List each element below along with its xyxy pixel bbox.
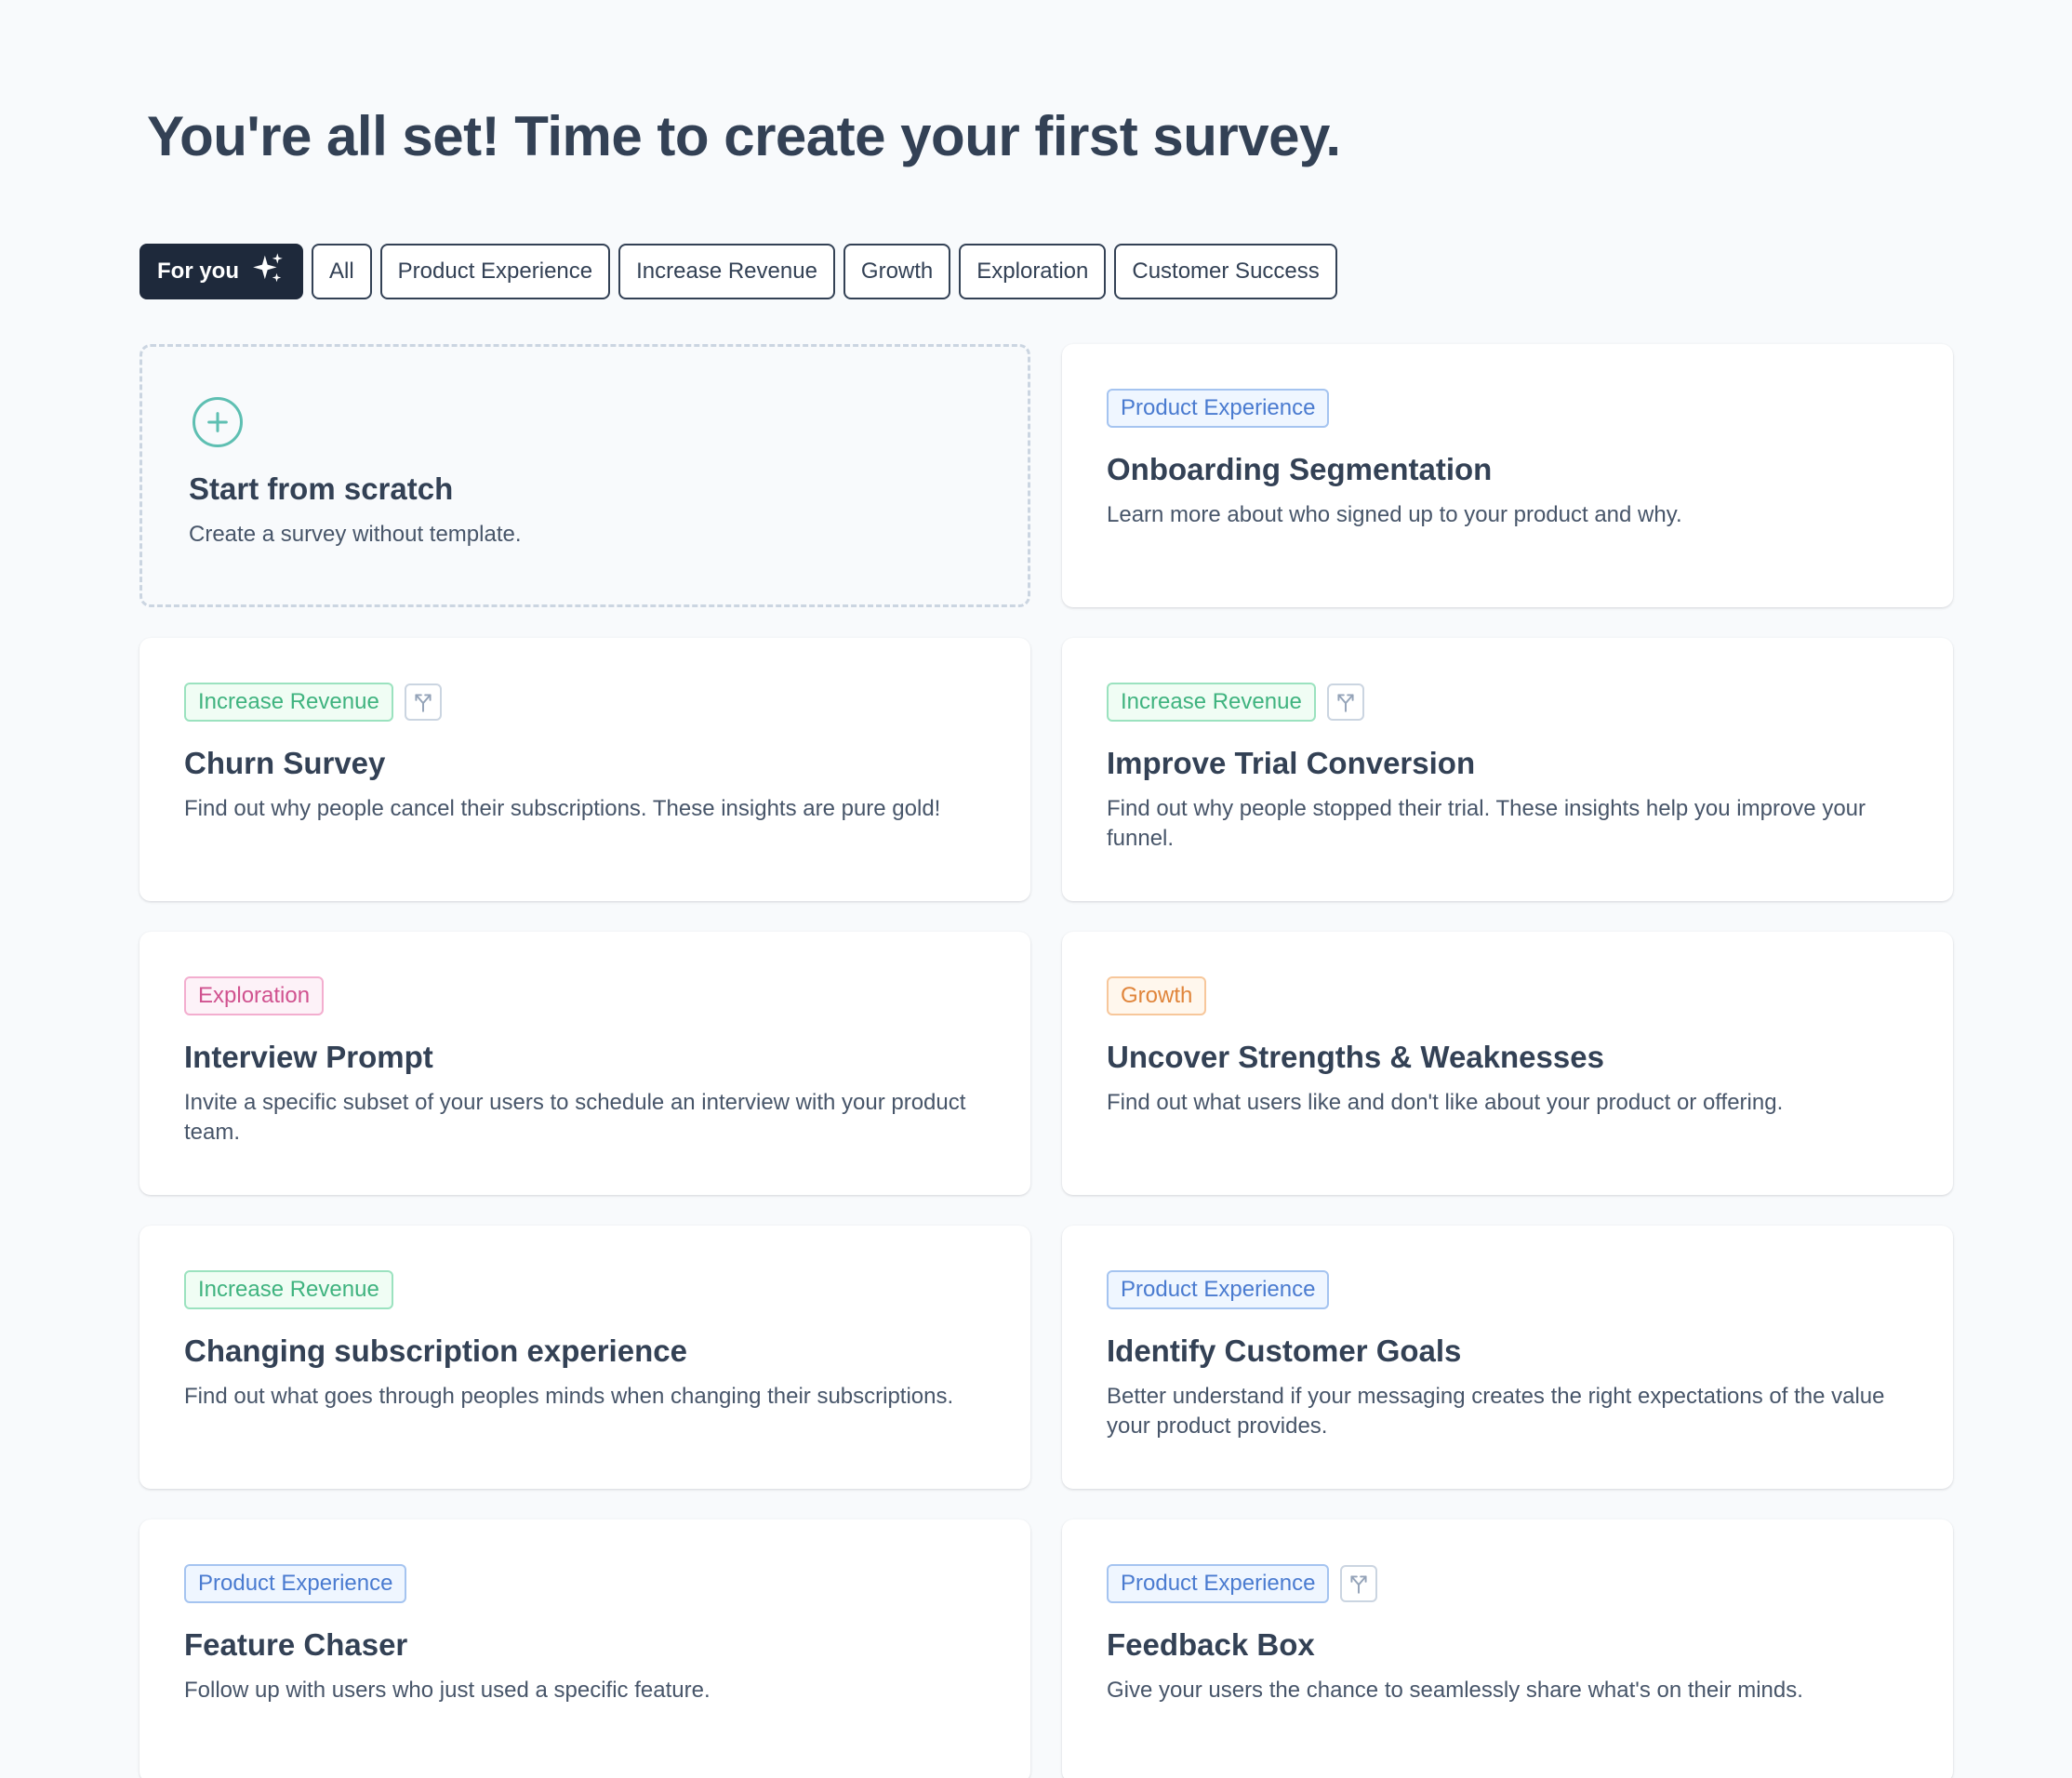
category-tag: Product Experience [1107,1270,1330,1309]
card-title: Churn Survey [184,746,386,780]
card-description: Find out why people stopped their trial.… [1107,796,1866,851]
template-grid: Start from scratch Create a survey witho… [139,344,1955,1778]
template-card-improve-trial-conversion[interactable]: Increase Revenue Improve Trial Conversio… [1062,638,1953,901]
card-title: Improve Trial Conversion [1107,746,1476,780]
card-title: Feature Chaser [184,1627,408,1662]
filter-bar: For you All Product Experience Increase … [139,244,1337,299]
card-description: Invite a specific subset of your users t… [184,1090,966,1145]
template-card-churn-survey[interactable]: Increase Revenue Churn Survey Find out w… [139,638,1030,901]
filter-increase-revenue[interactable]: Increase Revenue [618,244,835,299]
filter-for-you[interactable]: For you [139,244,303,299]
card-tags: Increase Revenue [1107,683,1908,722]
category-tag: Product Experience [1107,389,1330,428]
category-tag: Growth [1107,976,1207,1015]
card-description: Find out what goes through peoples minds… [184,1384,954,1409]
card-title: Onboarding Segmentation [1107,452,1493,486]
card-description: Find out what users like and don't like … [1107,1090,1784,1115]
card-description: Create a survey without template. [189,522,522,547]
filter-product-experience[interactable]: Product Experience [379,244,611,299]
card-title: Changing subscription experience [184,1334,687,1368]
template-card-uncover-strengths-weaknesses[interactable]: Growth Uncover Strengths & Weaknesses Fi… [1062,932,1953,1195]
card-tags: Product Experience [1107,1270,1908,1309]
filter-customer-success[interactable]: Customer Success [1114,244,1337,299]
template-gallery-page: You're all set! Time to create your firs… [0,0,2072,1778]
card-tags: Product Experience [184,1564,986,1603]
card-title: Feedback Box [1107,1627,1315,1662]
card-tags: Growth [1107,976,1908,1015]
card-tags: Increase Revenue [184,1270,986,1309]
template-card-feature-chaser[interactable]: Product Experience Feature Chaser Follow… [139,1519,1030,1778]
card-tags: Increase Revenue [184,683,986,722]
card-description: Find out why people cancel their subscri… [184,796,941,821]
branching-logic-icon [1326,683,1364,721]
template-card-feedback-box[interactable]: Product Experience Feedback Box Give you… [1062,1519,1953,1778]
template-card-identify-customer-goals[interactable]: Product Experience Identify Customer Goa… [1062,1226,1953,1489]
branching-logic-icon [404,683,442,721]
card-title: Uncover Strengths & Weaknesses [1107,1040,1604,1074]
category-tag: Increase Revenue [1107,683,1316,722]
category-tag: Increase Revenue [184,683,393,722]
category-tag: Product Experience [1107,1564,1330,1603]
card-title: Interview Prompt [184,1040,433,1074]
card-description: Better understand if your messaging crea… [1107,1384,1885,1439]
template-card-onboarding-segmentation[interactable]: Product Experience Onboarding Segmentati… [1062,344,1953,607]
filter-label: For you [157,259,239,284]
card-tags: Product Experience [1107,389,1908,428]
category-tag: Increase Revenue [184,1270,393,1309]
card-tags: Exploration [184,976,986,1015]
start-from-scratch-card[interactable]: Start from scratch Create a survey witho… [139,344,1030,607]
sparkles-icon [250,251,286,293]
card-title: Identify Customer Goals [1107,1334,1462,1368]
filter-growth[interactable]: Growth [843,244,951,299]
card-title: Start from scratch [189,471,454,506]
card-description: Give your users the chance to seamlessly… [1107,1678,1803,1703]
card-tags: Product Experience [1107,1564,1908,1603]
filter-exploration[interactable]: Exploration [959,244,1107,299]
page-title: You're all set! Time to create your firs… [147,105,1341,167]
template-card-changing-subscription-experience[interactable]: Increase Revenue Changing subscription e… [139,1226,1030,1489]
plus-circle-icon [193,397,243,447]
filter-all[interactable]: All [312,244,372,299]
card-description: Learn more about who signed up to your p… [1107,502,1682,527]
category-tag: Exploration [184,976,325,1015]
card-description: Follow up with users who just used a spe… [184,1678,711,1703]
category-tag: Product Experience [184,1564,407,1603]
template-card-interview-prompt[interactable]: Exploration Interview Prompt Invite a sp… [139,932,1030,1195]
branching-logic-icon [1340,1565,1378,1602]
